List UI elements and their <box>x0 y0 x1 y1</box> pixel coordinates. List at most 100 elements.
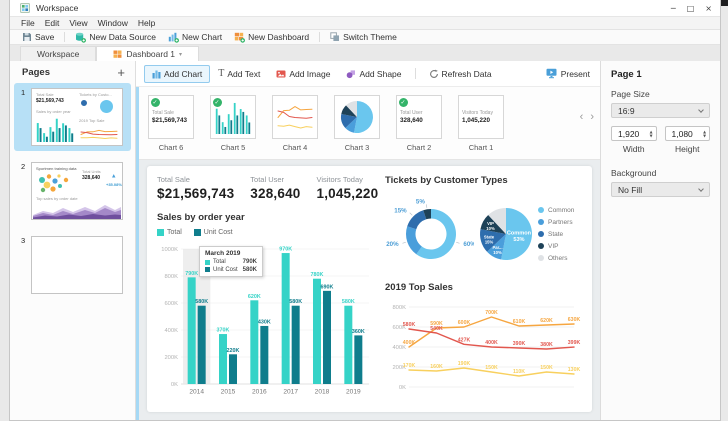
canvas[interactable]: Total Sale $21,569,743 Total User 328,64… <box>139 160 600 420</box>
svg-text:15%: 15% <box>485 239 494 244</box>
card-mini-chart <box>276 99 314 135</box>
width-field-group: 1,920 ▲▼ Width <box>611 126 657 154</box>
chart-tooltip: March 2019 Total790K Unit Cost580K <box>199 246 263 277</box>
menu-window[interactable]: Window <box>93 18 133 28</box>
new-dashboard-button[interactable]: New Dashboard <box>228 31 315 44</box>
toolbar-separator <box>319 32 320 42</box>
carousel-card-chart-4[interactable]: Chart 4 <box>272 95 318 152</box>
minimize-icon[interactable]: ─ <box>671 4 676 13</box>
chart-card: ✓Total User328,640 <box>396 95 442 139</box>
carousel-prev-icon[interactable]: ‹ <box>580 111 584 123</box>
svg-text:690K: 690K <box>321 284 334 290</box>
pie-legend-item[interactable]: Partners <box>538 219 582 226</box>
add-image-button[interactable]: Add Image <box>268 65 338 83</box>
svg-text:620K: 620K <box>248 294 261 300</box>
legend-item-total[interactable]: Total <box>157 229 182 236</box>
menu-view[interactable]: View <box>64 18 92 28</box>
present-icon <box>546 68 557 79</box>
carousel-card-chart-1[interactable]: Visitors Today1,045,220Chart 1 <box>458 95 504 152</box>
menu-edit[interactable]: Edit <box>40 18 65 28</box>
chevron-down-icon <box>698 186 704 192</box>
maximize-icon[interactable]: □ <box>687 4 695 13</box>
pie-legend-item[interactable]: Common <box>538 207 582 214</box>
svg-text:20%: 20% <box>386 241 399 248</box>
svg-text:2019: 2019 <box>346 389 361 396</box>
background-label: Background <box>611 168 710 178</box>
bar-chart-legend: Total Unit Cost <box>157 229 375 236</box>
new-data-source-button[interactable]: New Data Source <box>69 31 162 44</box>
switch-theme-button[interactable]: Switch Theme <box>324 31 403 44</box>
stepper-arrows-icon[interactable]: ▲▼ <box>703 130 706 137</box>
pie-legend-item[interactable]: VIP <box>538 243 582 250</box>
svg-text:400K: 400K <box>485 340 498 346</box>
widget-tickets-charts[interactable]: Tickets by Customer Types 60%20%15%5% Co… <box>385 175 582 280</box>
legend-label: Others <box>548 255 568 262</box>
svg-text:540K: 540K <box>430 326 443 332</box>
chart-card: ✓Total Sale$21,569,743 <box>148 95 194 139</box>
legend-item-unit-cost[interactable]: Unit Cost <box>194 229 233 236</box>
svg-text:2015: 2015 <box>221 389 236 396</box>
legend-dot <box>538 243 544 249</box>
editor-area: ✓Total Sale$21,569,743 Chart 6 ✓Chart 5 Cha… <box>136 87 600 420</box>
page-thumbnail-1[interactable]: 1 Total Sale $21,569,743 Tickets by Cust… <box>14 83 131 151</box>
card-kpi-value: 328,640 <box>400 117 438 124</box>
add-page-button[interactable]: + <box>117 68 125 78</box>
carousel-card-chart-6[interactable]: ✓Total Sale$21,569,743 Chart 6 <box>148 95 194 152</box>
widget-bar-chart[interactable]: Sales by order year Total Unit Cost 0K20… <box>157 212 375 397</box>
page-thumbnail-3[interactable]: 3 <box>14 231 131 299</box>
svg-text:160K: 160K <box>430 364 443 370</box>
add-chart-icon <box>152 69 161 79</box>
text-icon: T <box>218 69 224 78</box>
refresh-data-button[interactable]: Refresh Data <box>421 65 500 83</box>
add-chart-button[interactable]: Add Chart <box>144 65 210 83</box>
kpi-total-sale[interactable]: Total Sale $21,569,743 <box>157 175 234 201</box>
save-button[interactable]: Save <box>16 31 60 44</box>
width-stepper[interactable]: 1,920 ▲▼ <box>611 126 657 141</box>
menu-file[interactable]: File <box>16 18 40 28</box>
save-icon <box>22 32 32 42</box>
thumb-up-arrow-icon: ▲ <box>112 174 115 179</box>
carousel-card-chart-3[interactable]: Chart 3 <box>334 95 380 152</box>
app-window: Workspace ─ □ × File Edit View Window He… <box>9 0 721 421</box>
image-icon <box>276 69 286 79</box>
card-kpi-label: Total User <box>400 110 438 116</box>
menu-help[interactable]: Help <box>133 18 160 28</box>
tab-dropdown-caret[interactable]: ▾ <box>179 51 182 58</box>
close-icon[interactable]: × <box>705 4 712 13</box>
thumb2-area-chart <box>33 202 121 219</box>
svg-text:427K: 427K <box>458 337 471 343</box>
carousel-card-chart-2[interactable]: ✓Total User328,640Chart 2 <box>396 95 442 152</box>
svg-text:400K: 400K <box>403 340 416 346</box>
tab-workspace[interactable]: Workspace <box>20 46 96 61</box>
pie-legend-item[interactable]: State <box>538 231 582 238</box>
kpi-visitors-today[interactable]: Visitors Today 1,045,220 <box>316 175 378 201</box>
carousel-card-chart-5[interactable]: ✓Chart 5 <box>210 95 256 152</box>
pages-panel: Pages + 1 Total Sale $21,569,743 Tickets… <box>10 61 136 420</box>
pie-legend-item[interactable]: Others <box>538 255 582 262</box>
page-size-select[interactable]: 16:9 <box>611 103 710 118</box>
svg-text:1000K: 1000K <box>161 247 178 253</box>
height-stepper[interactable]: 1,080 ▲▼ <box>665 126 711 141</box>
svg-text:370K: 370K <box>217 328 230 334</box>
check-badge-icon: ✓ <box>151 98 160 107</box>
background-select[interactable]: No Fill <box>611 182 710 197</box>
add-shape-button[interactable]: Add Shape <box>338 65 409 83</box>
new-chart-button[interactable]: New Chart <box>162 31 228 44</box>
carousel-card-name: Chart 4 <box>283 143 308 152</box>
check-badge-icon: ✓ <box>213 98 222 107</box>
kpi-row: Total Sale $21,569,743 Total User 328,64… <box>157 175 375 201</box>
carousel-card-name: Chart 1 <box>469 143 494 152</box>
svg-text:610K: 610K <box>513 319 526 325</box>
carousel-card-name: Chart 6 <box>159 143 184 152</box>
add-text-button[interactable]: T Add Text <box>210 65 268 83</box>
bar-chart-title: Sales by order year <box>157 212 375 223</box>
present-button[interactable]: Present <box>546 68 590 79</box>
dashboard-page: Total Sale $21,569,743 Total User 328,64… <box>147 166 592 412</box>
legend-swatch <box>157 229 164 236</box>
page-thumbnail-2[interactable]: 2 Sportmen training data Total Units 328… <box>14 157 131 225</box>
kpi-total-user[interactable]: Total User 328,640 <box>250 175 300 201</box>
carousel-next-icon[interactable]: › <box>590 111 594 123</box>
stepper-arrows-icon[interactable]: ▲▼ <box>650 130 653 137</box>
tab-dashboard-1[interactable]: Dashboard 1 ▾ <box>96 46 199 61</box>
widget-line-chart[interactable]: 2019 Top Sales 0K200K400K600K800K400K590… <box>385 282 582 392</box>
